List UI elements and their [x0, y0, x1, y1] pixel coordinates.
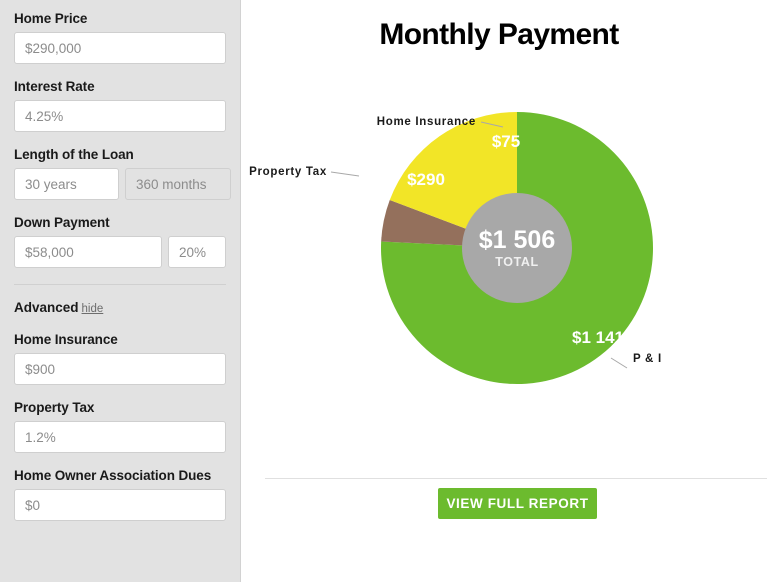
- calculator-inputs-sidebar: Home Price Interest Rate Length of the L…: [0, 0, 241, 582]
- interest-rate-input[interactable]: [14, 100, 226, 132]
- field-group-property-tax: Property Tax: [14, 399, 226, 453]
- donut-total-value: $1 506: [479, 226, 555, 254]
- field-group-home-insurance: Home Insurance: [14, 331, 226, 385]
- label-loan-length: Length of the Loan: [14, 147, 134, 162]
- callout-label-principal-interest: P & I: [633, 353, 662, 365]
- field-group-down-payment: Down Payment: [14, 214, 226, 268]
- label-property-tax: Property Tax: [14, 400, 95, 415]
- leader-line-property-tax: [330, 171, 360, 177]
- home-insurance-input[interactable]: [14, 353, 226, 385]
- loan-years-input[interactable]: [14, 168, 119, 200]
- view-full-report-button[interactable]: VIEW FULL REPORT: [438, 488, 597, 519]
- loan-months-input[interactable]: [125, 168, 231, 200]
- hoa-dues-input[interactable]: [14, 489, 226, 521]
- down-payment-amount-input[interactable]: [14, 236, 162, 268]
- label-home-insurance: Home Insurance: [14, 332, 118, 347]
- leader-line-principal-interest: [610, 357, 628, 369]
- callout-label-home-insurance: Home Insurance: [377, 116, 476, 128]
- property-tax-input[interactable]: [14, 421, 226, 453]
- home-price-input[interactable]: [14, 32, 226, 64]
- sidebar-divider: [14, 284, 226, 285]
- field-group-interest-rate: Interest Rate: [14, 78, 226, 132]
- loan-length-row: [14, 168, 231, 200]
- advanced-label: Advanced: [14, 300, 79, 315]
- down-payment-percent-input[interactable]: [168, 236, 226, 268]
- down-payment-row: [14, 236, 226, 268]
- monthly-payment-donut-chart: $1 506 TOTAL $75 $290 $1 141 Home Insura…: [241, 96, 767, 416]
- page-title: Monthly Payment: [379, 18, 619, 51]
- field-group-home-price: Home Price: [14, 10, 226, 64]
- field-group-loan-length: Length of the Loan: [14, 146, 231, 200]
- label-hoa-dues: Home Owner Association Dues: [14, 468, 212, 483]
- slice-value-home-insurance: $75: [492, 132, 520, 151]
- slice-value-property-tax: $290: [407, 170, 445, 189]
- label-home-price: Home Price: [14, 11, 88, 26]
- callout-label-property-tax: Property Tax: [249, 166, 327, 178]
- donut-total-label: TOTAL: [495, 255, 539, 269]
- label-interest-rate: Interest Rate: [14, 79, 95, 94]
- mortgage-calculator-app: Home Price Interest Rate Length of the L…: [0, 0, 767, 582]
- donut-chart-svg: $1 506 TOTAL $75 $290 $1 141 Home Insura…: [249, 112, 662, 384]
- field-group-hoa-dues: Home Owner Association Dues: [14, 467, 226, 521]
- advanced-section-header: Advanced hide: [14, 299, 226, 318]
- slice-value-principal-interest: $1 141: [572, 328, 624, 347]
- advanced-hide-toggle[interactable]: hide: [82, 303, 104, 315]
- results-panel: Monthly Payment $1 506 TOTAL $75 $290 $1…: [241, 0, 767, 582]
- label-down-payment: Down Payment: [14, 215, 110, 230]
- footer-divider: [265, 478, 767, 479]
